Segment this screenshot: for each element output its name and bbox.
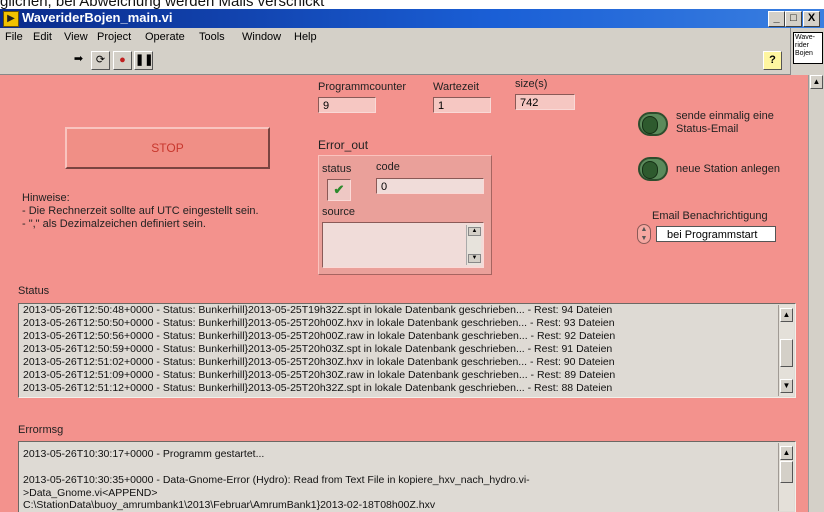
status-scroll-up[interactable]: ▲ [780, 308, 793, 322]
run-arrow-icon[interactable]: ➡ [70, 51, 87, 68]
email-notification-label: Email Benachrichtigung [652, 210, 768, 222]
errormsg-scroll-thumb[interactable] [780, 461, 793, 483]
hinweise-line-2: - "," als Dezimalzeichen definiert sein. [22, 218, 206, 230]
labview-app-icon: ▶ [3, 11, 19, 27]
menu-project[interactable]: Project [97, 31, 131, 43]
menu-edit[interactable]: Edit [33, 31, 52, 43]
errormsg-line: 2013-05-26T10:30:17+0000 - Programm gest… [23, 448, 265, 460]
hinweise-title: Hinweise: [22, 192, 70, 204]
source-scroll-down[interactable]: ▼ [468, 254, 481, 263]
window-title: WaveriderBojen_main.vi [22, 10, 173, 25]
status-check-icon: ✔ [327, 179, 351, 201]
new-station-toggle[interactable] [638, 157, 668, 181]
status-log-line: 2013-05-26T12:51:12+0000 - Status: Bunke… [23, 382, 613, 394]
errormsg-line: >Data_Gnome.vi<APPEND> [23, 487, 158, 499]
wartezeit-label: Wartezeit [433, 81, 480, 93]
status-log-line: 2013-05-26T12:50:56+0000 - Status: Bunke… [23, 330, 616, 342]
scroll-up-arrow[interactable]: ▲ [810, 75, 823, 89]
errormsg-line: C:\StationData\buoy_amrumbank1\2013\Febr… [23, 499, 436, 511]
menu-bar: File Edit View Project Operate Tools Win… [0, 28, 790, 46]
status-field-label: status [322, 163, 352, 175]
document-caption: glichen, bei Abweichung werden Mails ver… [0, 0, 325, 9]
status-label: Status [18, 285, 50, 297]
enum-increment-icon[interactable]: ▲ ▼ [637, 224, 651, 244]
status-log-line: 2013-05-26T12:50:50+0000 - Status: Bunke… [23, 317, 615, 329]
abort-icon[interactable]: ● [113, 51, 132, 70]
status-scrollbar[interactable]: ▲ ▼ [778, 305, 794, 396]
run-continuous-icon[interactable]: ⟳ [91, 51, 110, 70]
error-out-label: Error_out [318, 138, 369, 152]
size-value: 742 [515, 94, 575, 110]
status-log-line: 2013-05-26T12:51:09+0000 - Status: Bunke… [23, 369, 616, 381]
panel-scrollbar[interactable]: ▲ [808, 75, 823, 512]
errormsg-label: Errormsg [18, 424, 64, 436]
hinweise-line-1: - Die Rechnerzeit sollte auf UTC eingest… [22, 205, 259, 217]
menu-operate[interactable]: Operate [145, 31, 185, 43]
menu-view[interactable]: View [64, 31, 88, 43]
errormsg-log[interactable]: 2013-05-26T10:30:17+0000 - Programm gest… [18, 441, 796, 512]
maximize-button[interactable]: □ [785, 11, 802, 27]
code-field-label: code [376, 161, 400, 173]
programmcounter-value: 9 [318, 97, 376, 113]
send-status-email-label: sende einmalig eine Status-Email [676, 110, 774, 135]
stop-button[interactable]: STOP [65, 127, 270, 169]
toolbar: ➡ ⟳ ● ❚❚ ? [0, 46, 790, 75]
menu-help[interactable]: Help [294, 31, 317, 43]
code-value: 0 [376, 178, 484, 194]
minimize-button[interactable]: _ [768, 11, 785, 27]
status-log-line: 2013-05-26T12:50:59+0000 - Status: Bunke… [23, 343, 613, 355]
source-scrollbar[interactable]: ▲ ▼ [466, 225, 481, 265]
status-log[interactable]: 2013-05-26T12:50:48+0000 - Status: Bunke… [18, 303, 796, 398]
menu-window[interactable]: Window [242, 31, 281, 43]
menu-file[interactable]: File [5, 31, 23, 43]
menu-tools[interactable]: Tools [199, 31, 225, 43]
source-scroll-up[interactable]: ▲ [468, 227, 481, 236]
status-scroll-thumb[interactable] [780, 339, 793, 367]
send-status-email-toggle[interactable] [638, 112, 668, 136]
status-log-line: 2013-05-26T12:50:48+0000 - Status: Bunke… [23, 304, 613, 316]
window-title-bar[interactable]: ▶ WaveriderBojen_main.vi _ □ X [0, 9, 824, 28]
source-field-label: source [322, 206, 356, 218]
new-station-label: neue Station anlegen [676, 163, 780, 175]
wartezeit-value: 1 [433, 97, 491, 113]
errormsg-scroll-up[interactable]: ▲ [780, 446, 793, 460]
errormsg-line: 2013-05-26T10:30:35+0000 - Data-Gnome-Er… [23, 474, 530, 486]
context-help-icon[interactable]: ? [763, 51, 782, 70]
pause-icon[interactable]: ❚❚ [134, 51, 153, 70]
close-button[interactable]: X [803, 11, 820, 27]
programmcounter-label: Programmcounter [318, 81, 407, 93]
errormsg-scrollbar[interactable]: ▲ [778, 443, 794, 511]
email-notification-select[interactable]: bei Programmstart [656, 226, 776, 242]
status-log-line: 2013-05-26T12:51:02+0000 - Status: Bunke… [23, 356, 615, 368]
vi-icon: Wave- rider Bojen [793, 32, 823, 64]
status-scroll-down[interactable]: ▼ [780, 379, 793, 393]
size-label: size(s) [515, 78, 548, 90]
source-textbox[interactable]: ▲ ▼ [322, 222, 484, 268]
